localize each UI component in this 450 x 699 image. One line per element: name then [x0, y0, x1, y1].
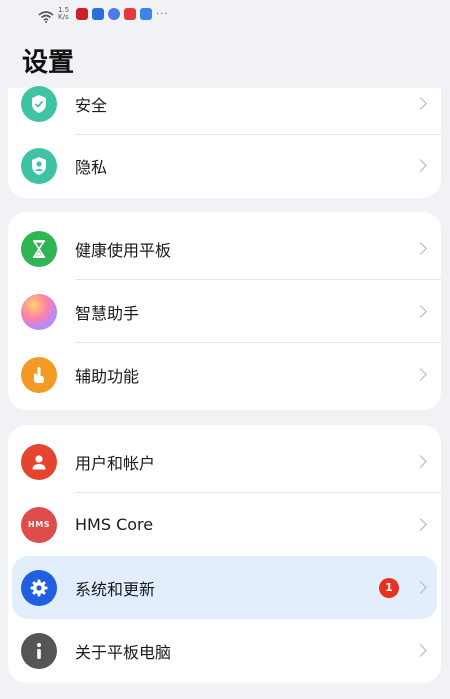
settings-item-smart-assistant[interactable]: 智慧助手: [8, 280, 441, 343]
chevron-right-icon: [414, 581, 427, 594]
notification-app-icon: [124, 8, 136, 20]
chevron-right-icon: [414, 159, 427, 172]
settings-item-label: 智慧助手: [75, 303, 140, 323]
settings-item-label: 关于平板电脑: [75, 642, 172, 662]
settings-item-users-accounts[interactable]: 用户和帐户: [8, 430, 441, 493]
chevron-right-icon: [414, 242, 427, 255]
settings-item-security[interactable]: 安全: [8, 72, 441, 135]
chevron-right-icon: [414, 518, 427, 531]
user-icon: [21, 443, 57, 480]
settings-item-label: 辅助功能: [75, 366, 140, 386]
settings-group: 用户和帐户 HMS HMS Core 系统和更新 1 关于平板电脑: [8, 425, 441, 683]
settings-item-about-tablet[interactable]: 关于平板电脑: [8, 619, 441, 682]
settings-group: 安全 隐私: [8, 85, 441, 198]
wifi-icon: [38, 8, 54, 23]
settings-item-label: HMS Core: [75, 515, 154, 534]
chevron-right-icon: [414, 97, 427, 110]
settings-item-accessibility[interactable]: 辅助功能: [8, 343, 441, 406]
assistant-orb-icon: [21, 293, 57, 330]
privacy-icon: [21, 147, 57, 184]
chevron-right-icon: [414, 455, 427, 468]
settings-item-label: 健康使用平板: [75, 240, 172, 260]
notification-app-icon: [108, 8, 120, 20]
settings-item-label: 用户和帐户: [75, 453, 156, 473]
settings-item-healthy-usage[interactable]: 健康使用平板: [8, 217, 441, 280]
hms-icon: HMS: [21, 506, 57, 543]
update-count-badge: 1: [379, 577, 399, 598]
hourglass-icon: [21, 230, 57, 267]
chevron-right-icon: [414, 305, 427, 318]
gear-icon: [21, 569, 57, 606]
network-speed: 1.5 K/s: [58, 6, 70, 21]
more-notifications-icon: ···: [156, 8, 169, 20]
settings-item-label: 隐私: [75, 157, 108, 177]
settings-item-privacy[interactable]: 隐私: [8, 134, 441, 197]
settings-item-label: 系统和更新: [75, 579, 156, 599]
notification-app-icon: [76, 8, 88, 20]
notification-app-icon: [140, 8, 152, 20]
chevron-right-icon: [414, 644, 427, 657]
settings-group: 健康使用平板 智慧助手 辅助功能: [8, 212, 441, 410]
hand-icon: [21, 356, 57, 393]
info-icon: [21, 632, 57, 669]
settings-item-label: 安全: [75, 95, 108, 115]
status-bar: 1.5 K/s ···: [0, 0, 450, 28]
settings-item-system-updates[interactable]: 系统和更新 1: [12, 556, 437, 619]
shield-icon: [21, 85, 57, 122]
settings-item-hms-core[interactable]: HMS HMS Core: [8, 493, 441, 556]
chevron-right-icon: [414, 368, 427, 381]
notification-app-icon: [92, 8, 104, 20]
